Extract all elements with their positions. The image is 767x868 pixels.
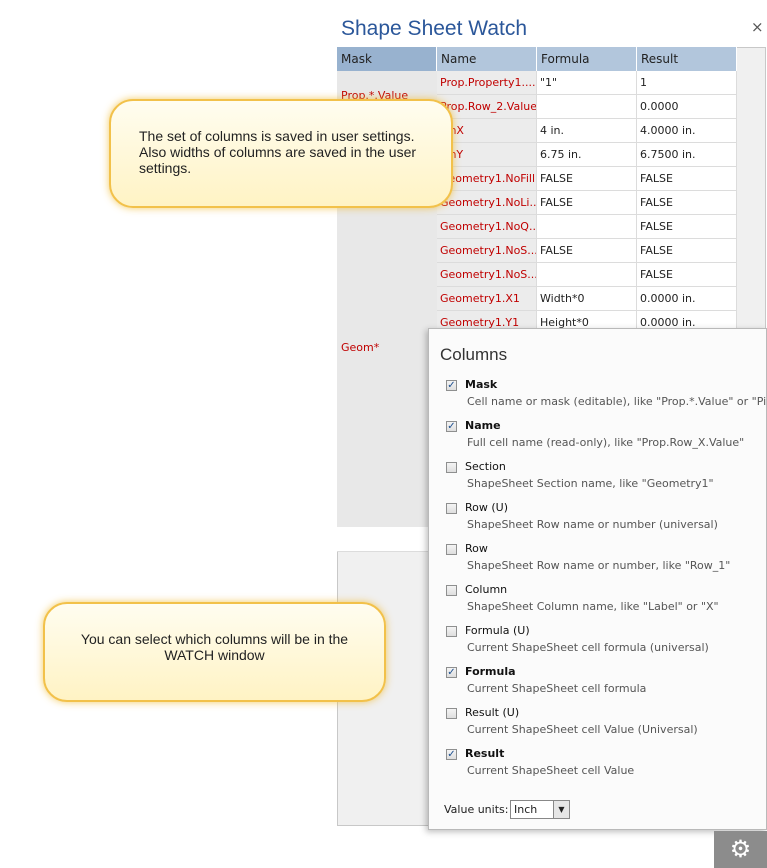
- column-checkbox[interactable]: ✓: [446, 667, 457, 678]
- callout-columns-note: You can select which columns will be in …: [43, 602, 386, 702]
- column-header-formula[interactable]: Formula: [537, 47, 637, 71]
- grid-cell-result[interactable]: 4.0000 in.: [637, 119, 737, 143]
- column-checkbox[interactable]: [446, 462, 457, 473]
- column-option-label[interactable]: Row (U): [465, 501, 508, 514]
- grid-cell-result[interactable]: FALSE: [637, 191, 737, 215]
- check-icon: ✓: [447, 380, 456, 391]
- column-checkbox[interactable]: [446, 503, 457, 514]
- grid-cell-formula[interactable]: 6.75 in.: [537, 143, 637, 167]
- columns-popup: Columns ✓ Mask Cell name or mask (editable…: [428, 328, 767, 830]
- grid-cell-result[interactable]: FALSE: [637, 239, 737, 263]
- column-option-label[interactable]: Result (U): [465, 706, 519, 719]
- column-option-description: Current ShapeSheet cell Value: [467, 764, 635, 777]
- grid-cell-formula[interactable]: [537, 215, 637, 239]
- column-header-mask[interactable]: Mask: [337, 47, 437, 71]
- value-units-label: Value units:: [444, 803, 509, 816]
- columns-popup-title: Columns: [440, 345, 508, 364]
- grid-cell-result[interactable]: 6.7500 in.: [637, 143, 737, 167]
- grid-cell-formula[interactable]: [537, 95, 637, 119]
- column-checkbox[interactable]: [446, 708, 457, 719]
- column-header-name[interactable]: Name: [437, 47, 537, 71]
- grid-cell-result[interactable]: 0.0000 in.: [637, 287, 737, 311]
- column-option-description: ShapeSheet Row name or number (universal…: [467, 518, 718, 531]
- grid-cell-result[interactable]: 0.0000: [637, 95, 737, 119]
- check-icon: ✓: [447, 421, 456, 432]
- column-checkbox[interactable]: ✓: [446, 749, 457, 760]
- mask-cell-geom[interactable]: Geom*: [341, 341, 379, 354]
- grid-cell-formula[interactable]: FALSE: [537, 239, 637, 263]
- chevron-down-icon[interactable]: ▼: [553, 801, 569, 818]
- column-option-label[interactable]: Section: [465, 460, 506, 473]
- column-option-description: ShapeSheet Section name, like "Geometry1…: [467, 477, 714, 490]
- value-units-select[interactable]: Inch ▼: [510, 800, 570, 819]
- grid-cell-formula[interactable]: Width*0: [537, 287, 637, 311]
- column-option-label[interactable]: Formula: [465, 665, 516, 678]
- column-option-label[interactable]: Row: [465, 542, 488, 555]
- column-header-result[interactable]: Result: [637, 47, 737, 71]
- grid-cell-formula[interactable]: [537, 263, 637, 287]
- callout-settings-note: The set of columns is saved in user sett…: [109, 99, 453, 208]
- column-checkbox[interactable]: [446, 544, 457, 555]
- grid-cell-name[interactable]: Prop.Property1....: [437, 71, 537, 95]
- column-checkbox[interactable]: ✓: [446, 380, 457, 391]
- column-option-label[interactable]: Name: [465, 419, 501, 432]
- column-option-description: Current ShapeSheet cell Value (Universal…: [467, 723, 698, 736]
- column-option-description: ShapeSheet Column name, like "Label" or …: [467, 600, 719, 613]
- grid-cell-result[interactable]: FALSE: [637, 215, 737, 239]
- column-checkbox[interactable]: ✓: [446, 421, 457, 432]
- grid-cell-name[interactable]: Geometry1.NoS...: [437, 239, 537, 263]
- column-option-description: Cell name or mask (editable), like "Prop…: [467, 395, 767, 408]
- check-icon: ✓: [447, 667, 456, 678]
- grid-cell-formula[interactable]: FALSE: [537, 167, 637, 191]
- grid-cell-formula[interactable]: 4 in.: [537, 119, 637, 143]
- column-checkbox[interactable]: [446, 585, 457, 596]
- column-option-label[interactable]: Column: [465, 583, 507, 596]
- column-option-description: Current ShapeSheet cell formula: [467, 682, 647, 695]
- grid-cell-result[interactable]: 1: [637, 71, 737, 95]
- gear-icon[interactable]: ⚙: [714, 831, 767, 868]
- column-option-label[interactable]: Result: [465, 747, 504, 760]
- grid-cell-name[interactable]: Geometry1.NoQ...: [437, 215, 537, 239]
- column-option-label[interactable]: Formula (U): [465, 624, 530, 637]
- check-icon: ✓: [447, 749, 456, 760]
- grid-cell-name[interactable]: Geometry1.NoLi...: [437, 191, 537, 215]
- grid-cell-formula[interactable]: "1": [537, 71, 637, 95]
- grid-cell-result[interactable]: FALSE: [637, 167, 737, 191]
- window-title: Shape Sheet Watch: [341, 17, 528, 40]
- grid-cell-result[interactable]: FALSE: [637, 263, 737, 287]
- column-checkbox[interactable]: [446, 626, 457, 637]
- column-option-description: Full cell name (read-only), like "Prop.R…: [467, 436, 745, 449]
- column-option-label[interactable]: Mask: [465, 378, 497, 391]
- close-icon[interactable]: ×: [751, 18, 764, 36]
- column-option-description: Current ShapeSheet cell formula (univers…: [467, 641, 709, 654]
- column-option-description: ShapeSheet Row name or number, like "Row…: [467, 559, 731, 572]
- value-units-value: Inch: [514, 803, 538, 816]
- grid-cell-name[interactable]: Geometry1.X1: [437, 287, 537, 311]
- grid-cell-name[interactable]: Geometry1.NoS...: [437, 263, 537, 287]
- grid-cell-formula[interactable]: FALSE: [537, 191, 637, 215]
